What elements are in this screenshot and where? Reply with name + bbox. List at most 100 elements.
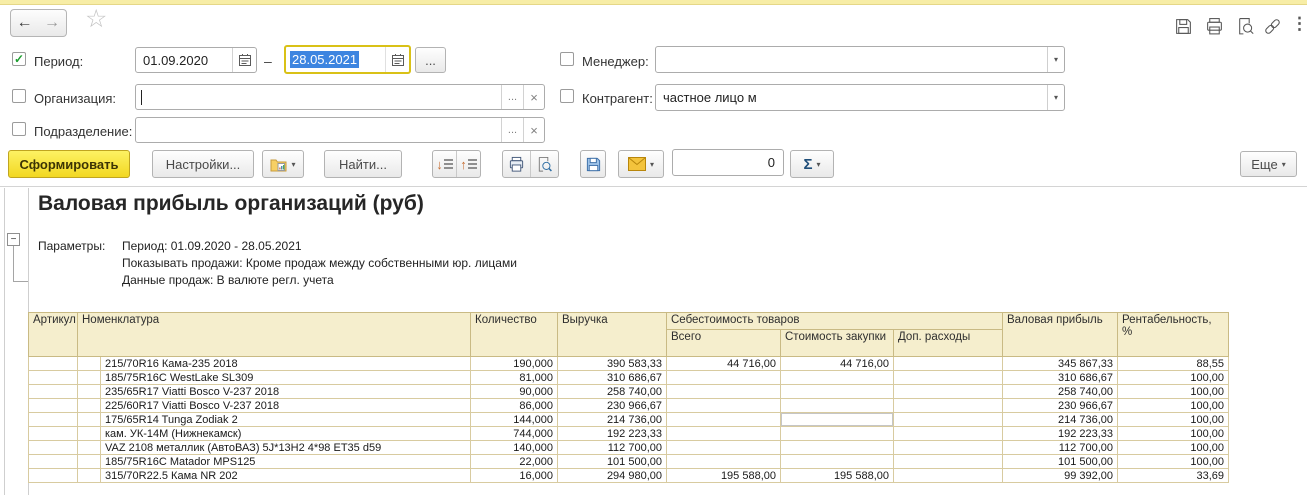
cell-cost-purchase[interactable]: 44 716,00 — [781, 357, 894, 371]
find-button[interactable]: Найти... — [324, 150, 402, 178]
cell-indent[interactable] — [78, 469, 101, 483]
chevron-down-icon[interactable]: ▾ — [1047, 85, 1064, 110]
cell-nomenclature[interactable]: 185/75R16C Matador MPS125 — [101, 455, 471, 469]
cell-cost-purchase[interactable]: 195 588,00 — [781, 469, 894, 483]
cell-indent[interactable] — [78, 441, 101, 455]
cell-revenue[interactable]: 112 700,00 — [558, 441, 667, 455]
organization-more-button[interactable]: ... — [501, 85, 523, 109]
calendar-button[interactable] — [232, 48, 256, 72]
header-margin[interactable]: Рентабельность, % — [1118, 313, 1229, 357]
more-menu-icon[interactable]: ⋮ — [1291, 14, 1307, 34]
cell-nomenclature[interactable]: кам. УК-14М (Нижнекамск) — [101, 427, 471, 441]
cell-cost-purchase[interactable] — [781, 371, 894, 385]
header-nomenclature[interactable]: Номенклатура — [78, 313, 471, 357]
cell-extra-cost[interactable] — [894, 455, 1003, 469]
cell-artikul[interactable] — [29, 441, 78, 455]
cell-margin[interactable]: 100,00 — [1118, 385, 1229, 399]
forward-button[interactable]: → — [38, 9, 67, 37]
cell-gross[interactable]: 230 966,67 — [1003, 399, 1118, 413]
cell-revenue[interactable]: 390 583,33 — [558, 357, 667, 371]
collapse-group-button[interactable]: − — [7, 233, 20, 246]
cell-gross[interactable]: 345 867,33 — [1003, 357, 1118, 371]
cell-margin[interactable]: 100,00 — [1118, 399, 1229, 413]
table-row[interactable]: 235/65R17 Viatti Bosco V-237 2018 90,000… — [29, 385, 1229, 399]
cell-cost-total[interactable] — [667, 441, 781, 455]
cell-indent[interactable] — [78, 427, 101, 441]
counterparty-checkbox[interactable] — [560, 89, 574, 103]
header-cost-total[interactable]: Всего — [667, 330, 781, 357]
manager-checkbox[interactable] — [560, 52, 574, 66]
cell-cost-purchase[interactable] — [781, 427, 894, 441]
cell-margin[interactable]: 100,00 — [1118, 455, 1229, 469]
favorite-star-icon[interactable]: ☆ — [85, 7, 107, 32]
cell-indent[interactable] — [78, 399, 101, 413]
calendar-button[interactable] — [385, 47, 409, 72]
cell-revenue[interactable]: 310 686,67 — [558, 371, 667, 385]
sort-ascending-button[interactable]: ↑ — [456, 151, 480, 177]
table-row[interactable]: 215/70R16 Кама-235 2018 190,000 390 583,… — [29, 357, 1229, 371]
table-row[interactable]: кам. УК-14М (Нижнекамск) 744,000 192 223… — [29, 427, 1229, 441]
cell-revenue[interactable]: 192 223,33 — [558, 427, 667, 441]
save-icon[interactable] — [1173, 16, 1193, 36]
cell-cost-total[interactable] — [667, 427, 781, 441]
cell-qty[interactable]: 81,000 — [471, 371, 558, 385]
counter-input[interactable]: 0 — [672, 149, 784, 176]
period-from-input[interactable]: 01.09.2020 — [135, 47, 257, 73]
department-more-button[interactable]: ... — [501, 118, 523, 142]
cell-qty[interactable]: 22,000 — [471, 455, 558, 469]
manager-combo[interactable]: ▾ — [655, 46, 1065, 73]
chevron-down-icon[interactable]: ▾ — [1047, 47, 1064, 72]
send-mail-button[interactable]: ▾ — [618, 150, 664, 178]
cell-artikul[interactable] — [29, 427, 78, 441]
more-actions-button[interactable]: Еще ▾ — [1240, 151, 1297, 177]
department-clear-button[interactable]: × — [523, 118, 544, 142]
header-revenue[interactable]: Выручка — [558, 313, 667, 357]
cell-nomenclature[interactable]: 315/70R22.5 Кама NR 202 — [101, 469, 471, 483]
cell-gross[interactable]: 192 223,33 — [1003, 427, 1118, 441]
get-link-icon[interactable] — [1262, 16, 1282, 36]
cell-margin[interactable]: 100,00 — [1118, 427, 1229, 441]
cell-extra-cost[interactable] — [894, 441, 1003, 455]
cell-cost-total[interactable] — [667, 385, 781, 399]
report-variants-button[interactable]: ▾ — [262, 150, 304, 178]
cell-qty[interactable]: 140,000 — [471, 441, 558, 455]
cell-artikul[interactable] — [29, 357, 78, 371]
cell-nomenclature[interactable]: VAZ 2108 металлик (АвтоВАЗ) 5J*13H2 4*98… — [101, 441, 471, 455]
header-artikul[interactable]: Артикул — [29, 313, 78, 357]
cell-revenue[interactable]: 294 980,00 — [558, 469, 667, 483]
print-button[interactable] — [503, 151, 530, 177]
cell-extra-cost[interactable] — [894, 371, 1003, 385]
cell-qty[interactable]: 190,000 — [471, 357, 558, 371]
cell-nomenclature[interactable]: 185/75R16C WestLake SL309 — [101, 371, 471, 385]
header-gross[interactable]: Валовая прибыль — [1003, 313, 1118, 357]
cell-cost-purchase[interactable] — [781, 413, 894, 427]
period-to-input[interactable]: 28.05.2021 — [284, 45, 411, 74]
print-icon[interactable] — [1204, 16, 1224, 36]
cell-qty[interactable]: 90,000 — [471, 385, 558, 399]
department-input[interactable]: ... × — [135, 117, 545, 143]
cell-artikul[interactable] — [29, 385, 78, 399]
settings-button[interactable]: Настройки... — [152, 150, 254, 178]
back-button[interactable]: ← — [10, 9, 39, 37]
cell-revenue[interactable]: 230 966,67 — [558, 399, 667, 413]
header-qty[interactable]: Количество — [471, 313, 558, 357]
cell-indent[interactable] — [78, 371, 101, 385]
cell-nomenclature[interactable]: 215/70R16 Кама-235 2018 — [101, 357, 471, 371]
cell-cost-total[interactable]: 195 588,00 — [667, 469, 781, 483]
cell-cost-purchase[interactable] — [781, 399, 894, 413]
period-checkbox[interactable]: ✓ — [12, 52, 26, 66]
cell-gross[interactable]: 99 392,00 — [1003, 469, 1118, 483]
cell-cost-purchase[interactable] — [781, 455, 894, 469]
header-extra-cost[interactable]: Доп. расходы — [894, 330, 1003, 357]
sum-button[interactable]: Σ ▾ — [790, 150, 834, 178]
cell-cost-total[interactable] — [667, 455, 781, 469]
cell-margin[interactable]: 100,00 — [1118, 441, 1229, 455]
cell-extra-cost[interactable] — [894, 413, 1003, 427]
print-preview-button[interactable] — [530, 151, 558, 177]
cell-indent[interactable] — [78, 455, 101, 469]
cell-indent[interactable] — [78, 413, 101, 427]
cell-extra-cost[interactable] — [894, 357, 1003, 371]
cell-qty[interactable]: 16,000 — [471, 469, 558, 483]
preview-icon[interactable] — [1235, 16, 1255, 36]
cell-margin[interactable]: 100,00 — [1118, 413, 1229, 427]
